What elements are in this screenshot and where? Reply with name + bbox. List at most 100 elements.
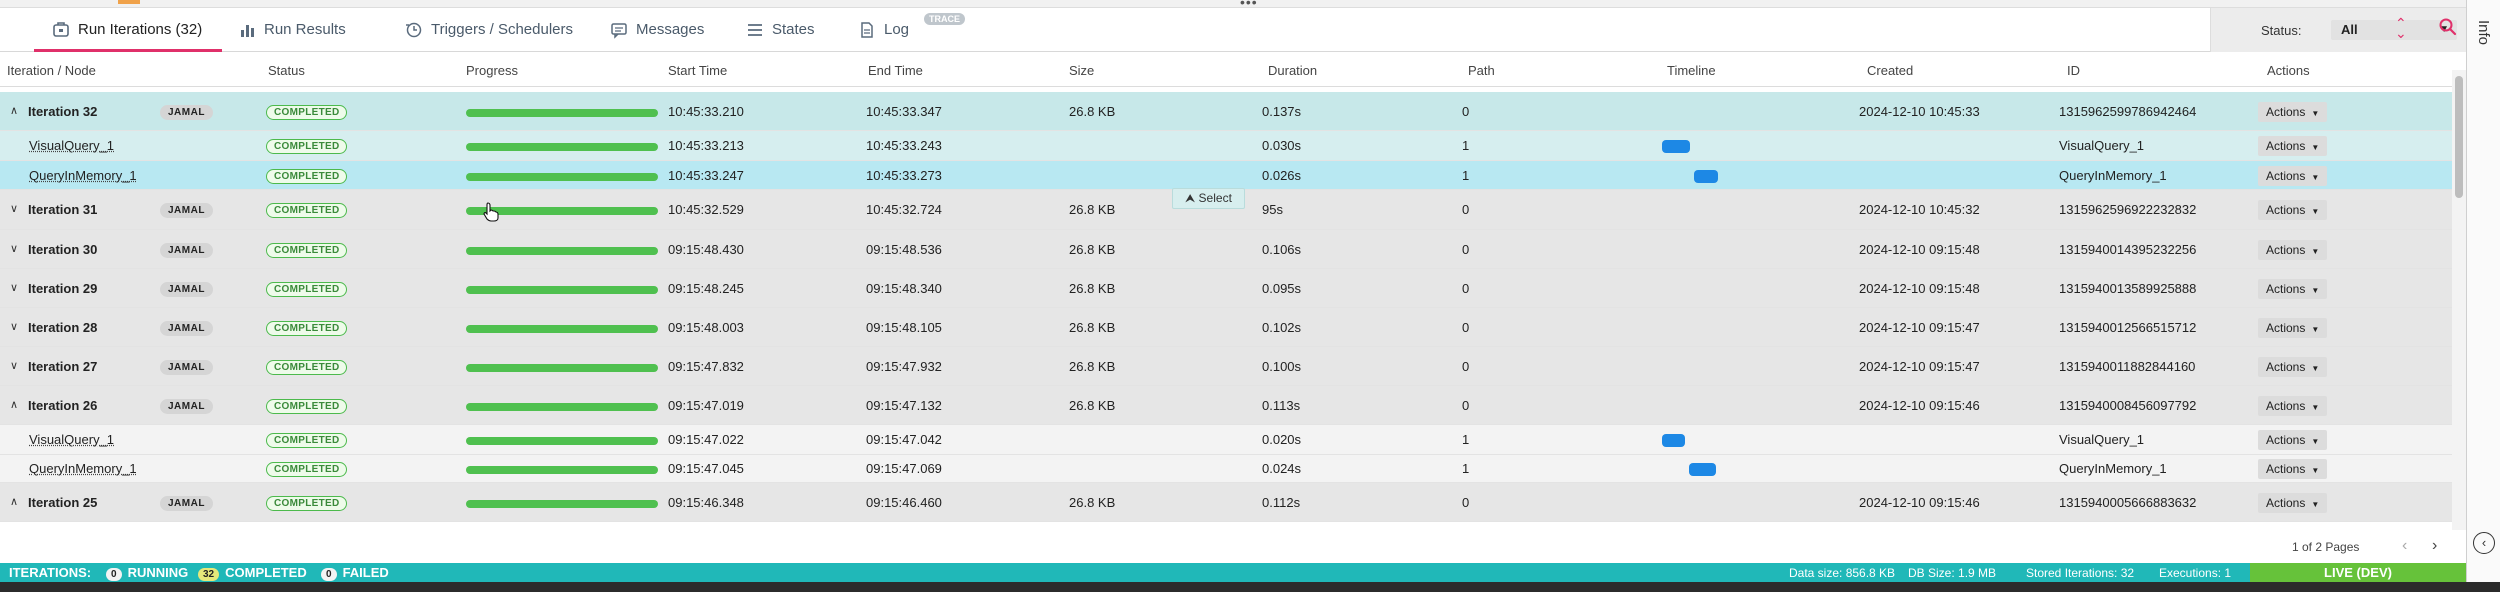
expand-caret-icon[interactable]: ∨ [10,281,18,294]
iteration-row[interactable]: ∨ Iteration 29 JAMAL COMPLETED 09:15:48.245 0… [0,269,2452,308]
next-page-icon[interactable]: › [2432,537,2437,555]
tab-run-results[interactable]: Run Results [238,8,346,51]
node-row[interactable]: QueryInMemory_1 COMPLETED 10:45:33.247 10:4… [0,161,2452,190]
col-path[interactable]: Path [1468,63,1495,78]
iteration-name[interactable]: Iteration 32 [28,104,97,119]
iteration-name[interactable]: Iteration 29 [28,281,97,296]
status-badge: COMPLETED [266,282,348,297]
actions-button[interactable]: Actions ▼ [2258,318,2328,338]
iteration-name[interactable]: Iteration 27 [28,359,97,374]
search-icon[interactable] [2438,17,2458,37]
actions-label: Actions [2266,282,2306,296]
collapse-caret-icon[interactable]: ∧ [10,398,18,411]
col-status[interactable]: Status [268,63,305,78]
actions-label: Actions [2266,360,2306,374]
actions-button[interactable]: Actions ▼ [2258,166,2328,186]
actions-button[interactable]: Actions ▼ [2258,493,2328,513]
trace-badge: TRACE [924,13,965,25]
run-monitor-window: ••• Run Iterations (32) Run Results Trig… [0,0,2500,592]
node-row[interactable]: QueryInMemory_1 COMPLETED 09:15:47.045 09:1… [0,455,2452,483]
tab-run-iterations[interactable]: Run Iterations (32) [33,8,223,52]
actions-button[interactable]: Actions ▼ [2258,430,2328,450]
actions-button[interactable]: Actions ▼ [2258,357,2328,377]
col-duration[interactable]: Duration [1268,63,1317,78]
col-timeline[interactable]: Timeline [1667,63,1716,78]
tab-messages[interactable]: Messages [610,8,704,51]
iteration-name[interactable]: Iteration 30 [28,242,97,257]
tab-states[interactable]: States [746,8,815,51]
iterations-label: ITERATIONS: [9,565,92,580]
col-id[interactable]: ID [2067,63,2080,78]
col-size[interactable]: Size [1069,63,1094,78]
vertical-scrollbar[interactable] [2452,70,2466,530]
iteration-name[interactable]: Iteration 26 [28,398,97,413]
actions-button[interactable]: Actions ▼ [2258,279,2328,299]
duration-value: 0.113s [1262,398,1301,413]
node-name[interactable]: QueryInMemory_1 [29,168,137,183]
status-badge: COMPLETED [266,139,348,154]
tab-triggers-schedulers[interactable]: Triggers / Schedulers [405,8,573,51]
pager-text: 1 of 2 Pages [2292,540,2360,554]
expand-caret-icon[interactable]: ∨ [10,320,18,333]
col-start-time[interactable]: Start Time [668,63,727,78]
iteration-name[interactable]: Iteration 25 [28,495,97,510]
iteration-name[interactable]: Iteration 28 [28,320,97,335]
actions-label: Actions [2266,462,2306,476]
path-value: 0 [1462,398,1470,413]
node-name[interactable]: VisualQuery_1 [29,138,114,153]
created-value: 2024-12-10 09:15:48 [1859,281,1980,296]
actions-label: Actions [2266,139,2306,153]
collapse-caret-icon[interactable]: ∧ [10,495,18,508]
info-label[interactable]: Info [2475,20,2492,45]
path-value: 1 [1462,432,1470,447]
path-value: 1 [1462,461,1470,476]
col-actions[interactable]: Actions [2267,63,2310,78]
user-badge: JAMAL [160,105,213,120]
tab-label: Run Results [264,21,346,38]
timeline-bar [1694,170,1719,183]
iteration-row[interactable]: ∧ Iteration 26 JAMAL COMPLETED 09:15:47.019 0… [0,386,2452,425]
actions-button[interactable]: Actions ▼ [2258,200,2328,220]
start-time: 09:15:48.430 [668,242,744,257]
iteration-row[interactable]: ∧ Iteration 32 JAMAL COMPLETED 10:45:33.210 1… [0,92,2452,131]
timeline-bar [1688,463,1716,476]
actions-button[interactable]: Actions ▼ [2258,136,2328,156]
status-badge: COMPLETED [266,105,348,120]
expand-caret-icon[interactable]: ∨ [10,359,18,372]
node-row[interactable]: VisualQuery_1 COMPLETED 09:15:47.022 09:15:… [0,425,2452,455]
iteration-name[interactable]: Iteration 31 [28,202,97,217]
node-name[interactable]: QueryInMemory_1 [29,461,137,476]
tab-label: Triggers / Schedulers [431,21,574,38]
tab-log[interactable]: Log [858,8,909,51]
col-iteration-node[interactable]: Iteration / Node [7,63,96,78]
actions-button[interactable]: Actions ▼ [2258,396,2328,416]
iteration-row[interactable]: ∨ Iteration 28 JAMAL COMPLETED 09:15:48.003 0… [0,308,2452,347]
actions-button[interactable]: Actions ▼ [2258,102,2328,122]
node-row[interactable]: VisualQuery_1 COMPLETED 10:45:33.213 10:45:… [0,131,2452,161]
col-progress[interactable]: Progress [466,63,518,78]
iteration-row[interactable]: ∧ Iteration 25 JAMAL COMPLETED 09:15:46.348 0… [0,483,2452,522]
progress-bar [466,364,658,372]
user-badge: JAMAL [160,243,213,258]
tab-label: Log [884,21,910,38]
collapse-left-icon[interactable]: ‹ [2473,532,2495,554]
id-value: 1315962596922232832 [2059,202,2197,217]
actions-button[interactable]: Actions ▼ [2258,240,2328,260]
actions-button[interactable]: Actions ▼ [2258,459,2328,479]
start-time: 09:15:47.832 [668,359,744,374]
expand-caret-icon[interactable]: ∨ [10,242,18,255]
expand-caret-icon[interactable]: ∨ [10,202,18,215]
col-end-time[interactable]: End Time [868,63,923,78]
sort-icon[interactable]: ⌃ ⌄ [2395,16,2407,40]
iteration-row[interactable]: ∨ Iteration 27 JAMAL COMPLETED 09:15:47.832 0… [0,347,2452,386]
prev-page-icon[interactable]: ‹ [2402,537,2407,555]
collapse-caret-icon[interactable]: ∧ [10,104,18,117]
user-badge: JAMAL [160,203,213,218]
iteration-row[interactable]: ∨ Iteration 30 JAMAL COMPLETED 09:15:48.430 0… [0,230,2452,269]
id-value: 1315940014395232256 [2059,242,2197,257]
col-created[interactable]: Created [1867,63,1913,78]
live-environment-badge: LIVE (DEV) [2250,563,2466,582]
scrollbar-thumb[interactable] [2455,76,2463,198]
failed-summary: 0 FAILED [321,565,389,581]
node-name[interactable]: VisualQuery_1 [29,432,114,447]
